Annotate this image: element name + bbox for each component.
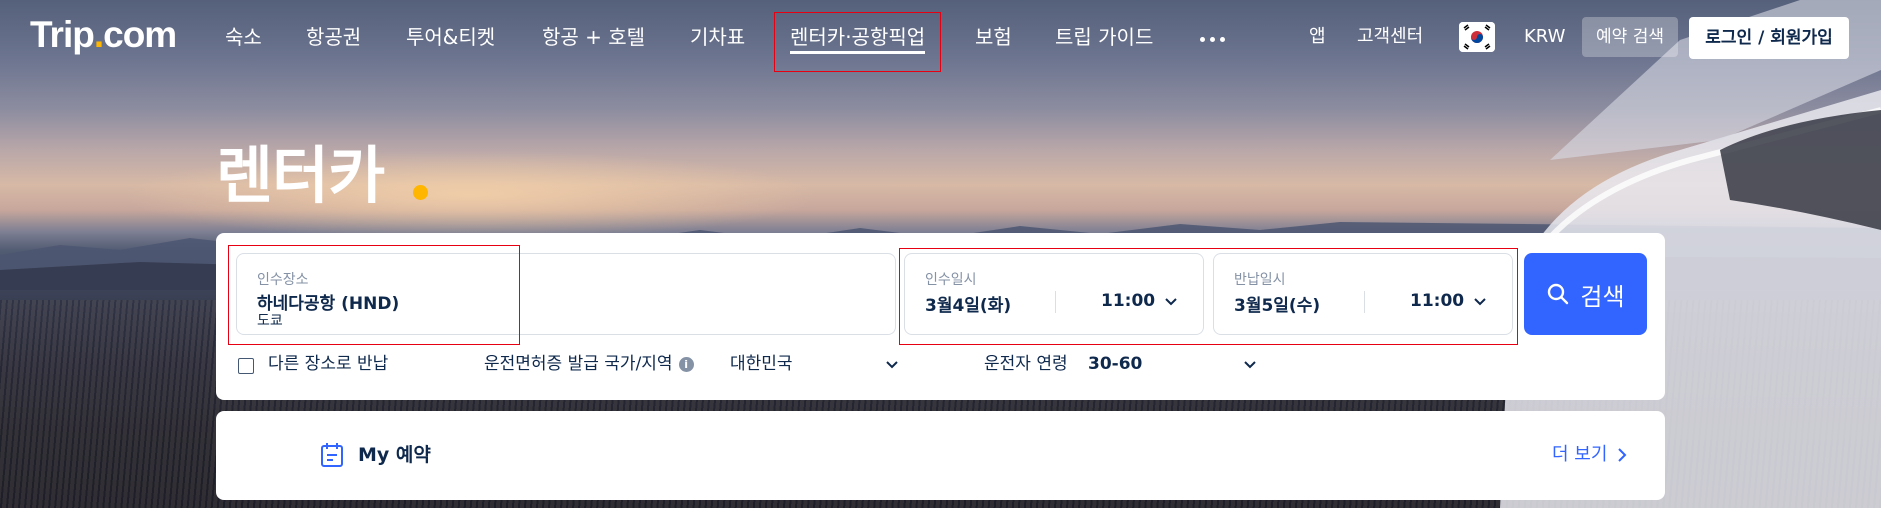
pickup-location-label: 인수장소: [257, 272, 309, 288]
license-country-label: 운전면허증 발급 국가/지역 i: [484, 353, 700, 375]
nav-item-trains[interactable]: 기차표: [690, 22, 745, 52]
my-booking-card: My 예약 더 보기: [216, 411, 1665, 500]
chevron-down-icon: [1165, 298, 1177, 306]
find-booking-button[interactable]: 예약 검색: [1582, 17, 1678, 57]
driver-age-label: 운전자 연령: [984, 354, 1068, 374]
korea-flag-icon[interactable]: [1459, 22, 1495, 52]
pickup-location-field[interactable]: 인수장소 하네다공항 (HND) 도쿄: [236, 253, 896, 335]
nav-item-hotels[interactable]: 숙소: [225, 22, 262, 52]
nav-item-car-rental-label: 렌터카·공항픽업: [790, 25, 926, 54]
pickup-location-city: 도쿄: [257, 313, 283, 329]
pickup-datetime-label: 인수일시: [925, 272, 977, 288]
logo-text-suffix: com: [103, 14, 177, 55]
chevron-right-icon: [1618, 448, 1627, 462]
return-elsewhere-label[interactable]: 다른 장소로 반납: [268, 353, 388, 375]
page-title: 렌터카: [216, 139, 385, 212]
nav-item-car-rental[interactable]: 렌터카·공항픽업: [774, 12, 942, 72]
return-datetime-field[interactable]: 반납일시 3월5일(수) 11:00: [1213, 253, 1513, 335]
driver-age-value[interactable]: 30-60: [1088, 353, 1142, 375]
field-divider: [1364, 291, 1365, 313]
customer-support-link[interactable]: 고객센터: [1357, 22, 1423, 52]
pickup-datetime-field[interactable]: 인수일시 3월4일(화) 11:00: [904, 253, 1204, 335]
calendar-icon: [321, 443, 343, 467]
app-link[interactable]: 앱: [1309, 22, 1326, 52]
chevron-down-icon[interactable]: [1242, 357, 1258, 373]
return-datetime-label: 반납일시: [1234, 272, 1286, 288]
info-icon[interactable]: i: [678, 356, 694, 372]
currency-selector[interactable]: KRW: [1524, 22, 1565, 52]
nav-item-insurance[interactable]: 보험: [975, 22, 1012, 52]
title-accent-dot: [413, 185, 428, 200]
license-country-value[interactable]: 대한민국: [730, 353, 793, 375]
search-button-label: 검색: [1580, 282, 1625, 311]
car-search-form: 인수장소 하네다공항 (HND) 도쿄 인수일시 3월4일(화) 11:00 반…: [216, 233, 1665, 400]
return-date-value: 3월5일(수): [1234, 296, 1321, 316]
logo-dot: .: [93, 14, 104, 55]
login-signup-button[interactable]: 로그인 / 회원가입: [1689, 17, 1849, 59]
pickup-date-value: 3월4일(화): [925, 296, 1012, 316]
logo-text-main: Trip: [30, 14, 95, 55]
nav-item-flight-hotel[interactable]: 항공 + 호텔: [542, 22, 645, 52]
pickup-time-value[interactable]: 11:00: [1101, 291, 1155, 311]
more-dots-icon[interactable]: [1200, 26, 1225, 42]
top-navigation: Trip. com 숙소 항공권 투어&티켓 항공 + 호텔 기차표 렌터카·공항…: [0, 0, 1881, 76]
see-more-label: 더 보기: [1552, 444, 1608, 465]
search-button[interactable]: 검색: [1524, 253, 1647, 335]
my-booking-title: My 예약: [358, 444, 431, 466]
see-more-link[interactable]: 더 보기: [1552, 443, 1627, 467]
chevron-down-icon: [1474, 298, 1486, 306]
license-country-label-text: 운전면허증 발급 국가/지역: [484, 354, 673, 374]
nav-item-flights[interactable]: 항공권: [306, 22, 361, 52]
chevron-down-icon[interactable]: [884, 357, 900, 373]
nav-item-trip-guide[interactable]: 트립 가이드: [1055, 22, 1153, 52]
return-elsewhere-checkbox[interactable]: [238, 358, 254, 374]
nav-item-tours-tickets[interactable]: 투어&티켓: [406, 22, 495, 52]
field-divider: [1055, 291, 1056, 313]
search-icon: [1548, 283, 1569, 305]
trip-logo[interactable]: Trip. com: [30, 14, 177, 58]
return-time-value[interactable]: 11:00: [1410, 291, 1464, 311]
